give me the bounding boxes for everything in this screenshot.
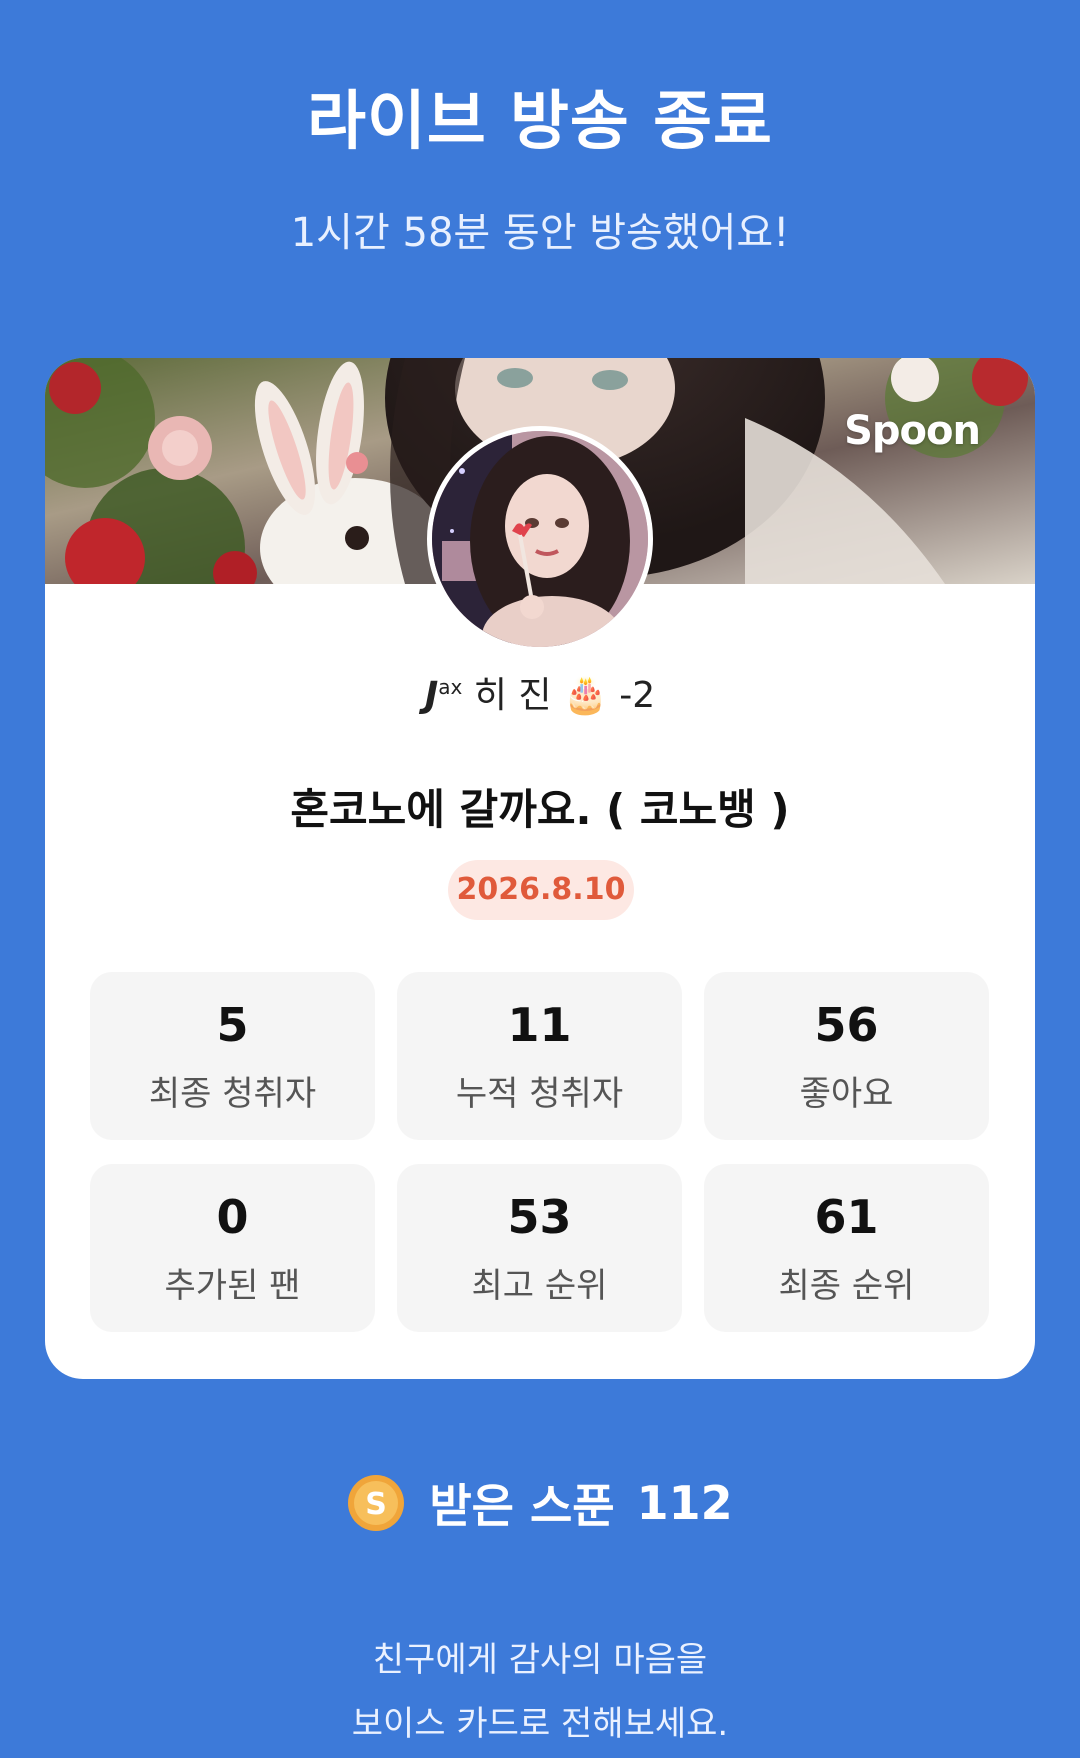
nickname-name: 히 진	[473, 675, 552, 716]
broadcast-duration: 1시간 58분 동안 방송했어요!	[290, 210, 790, 256]
broadcast-date-badge: 2026.8.10	[448, 860, 634, 920]
stat-value: 5	[216, 997, 249, 1052]
stat-value: 56	[814, 997, 879, 1052]
stat-value: 0	[216, 1189, 249, 1244]
svg-text:S: S	[366, 1487, 388, 1522]
stat-value: 61	[814, 1189, 879, 1244]
cake-icon: 🎂	[562, 675, 608, 716]
stat-label: 좋아요	[799, 1073, 894, 1114]
footer-line: 보이스 카드로 전해보세요.	[351, 1704, 729, 1744]
page-title: 라이브 방송 종료	[307, 85, 773, 159]
stat-final-listeners: 5 최종 청취자	[90, 972, 375, 1140]
nickname-suffix: -2	[619, 675, 656, 716]
spoons-count: 112	[636, 1476, 733, 1530]
stat-value: 11	[507, 997, 572, 1052]
footer-line: 친구에게 감사의 마음을	[372, 1640, 708, 1680]
stat-label: 추가된 팬	[164, 1265, 301, 1306]
stat-label: 최종 청취자	[148, 1073, 317, 1114]
nickname-tag: Jax	[424, 675, 463, 716]
voice-card-message: 친구에게 감사의 마음을 보이스 카드로 전해보세요.	[0, 1628, 1080, 1756]
spoon-coin-icon: S	[348, 1475, 405, 1531]
stat-label: 누적 청취자	[455, 1073, 624, 1114]
avatar[interactable]	[427, 426, 653, 652]
spoon-logo: Spoon	[844, 408, 981, 454]
broadcast-summary-card: Spoon Jax 히 진 🎂 -2 혼코노에 갈까요. ( 코노뱅 ) 202…	[45, 358, 1035, 1379]
stat-value: 53	[507, 1189, 572, 1244]
received-spoons: S 받은 스푼 112	[0, 1470, 1080, 1536]
stats-grid: 5 최종 청취자 11 누적 청취자 56 좋아요 0 추가된 팬 53 최고 …	[90, 972, 990, 1340]
stat-new-fans: 0 추가된 팬	[90, 1164, 375, 1332]
stat-highest-rank: 53 최고 순위	[397, 1164, 682, 1332]
stat-likes: 56 좋아요	[704, 972, 989, 1140]
stat-total-listeners: 11 누적 청취자	[397, 972, 682, 1140]
broadcaster-nickname: Jax 히 진 🎂 -2	[45, 666, 1035, 718]
stat-label: 최종 순위	[778, 1265, 915, 1306]
room-title: 혼코노에 갈까요. ( 코노뱅 )	[290, 785, 790, 834]
spoons-label: 받은 스푼	[429, 1479, 615, 1533]
stat-final-rank: 61 최종 순위	[704, 1164, 989, 1332]
stat-label: 최고 순위	[471, 1265, 608, 1306]
